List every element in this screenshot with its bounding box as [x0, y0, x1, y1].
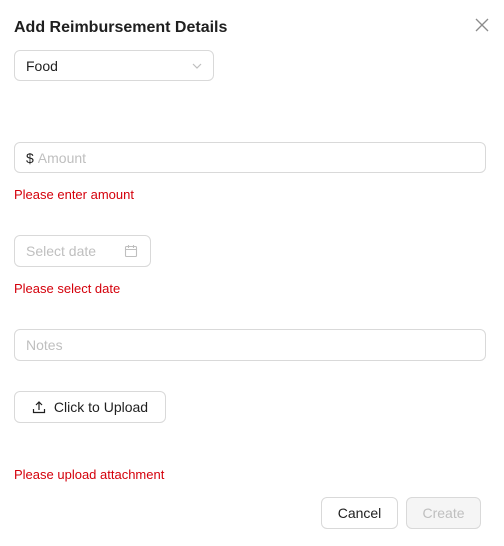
amount-input[interactable] — [37, 149, 474, 166]
category-select-value: Food — [26, 57, 58, 74]
close-icon — [475, 18, 489, 32]
amount-field[interactable]: $ — [14, 142, 486, 173]
date-error: Please select date — [14, 281, 121, 296]
notes-field[interactable] — [14, 329, 486, 361]
upload-button-label: Click to Upload — [53, 399, 149, 415]
cancel-button[interactable]: Cancel — [321, 497, 398, 529]
category-select[interactable]: Food — [14, 50, 214, 81]
close-button[interactable] — [472, 15, 492, 35]
date-picker[interactable] — [14, 235, 151, 267]
date-input[interactable] — [26, 243, 139, 259]
reimbursement-modal: Add Reimbursement Details Food $ Please … — [0, 0, 504, 546]
amount-error: Please enter amount — [14, 187, 134, 202]
currency-prefix: $ — [26, 149, 34, 166]
notes-input[interactable] — [26, 337, 474, 353]
modal-title: Add Reimbursement Details — [14, 19, 228, 36]
upload-button[interactable]: Click to Upload — [14, 391, 166, 423]
upload-error: Please upload attachment — [14, 467, 165, 482]
create-button[interactable]: Create — [406, 497, 481, 529]
calendar-icon — [124, 245, 138, 258]
chevron-down-icon — [192, 63, 202, 69]
upload-icon — [32, 400, 46, 414]
